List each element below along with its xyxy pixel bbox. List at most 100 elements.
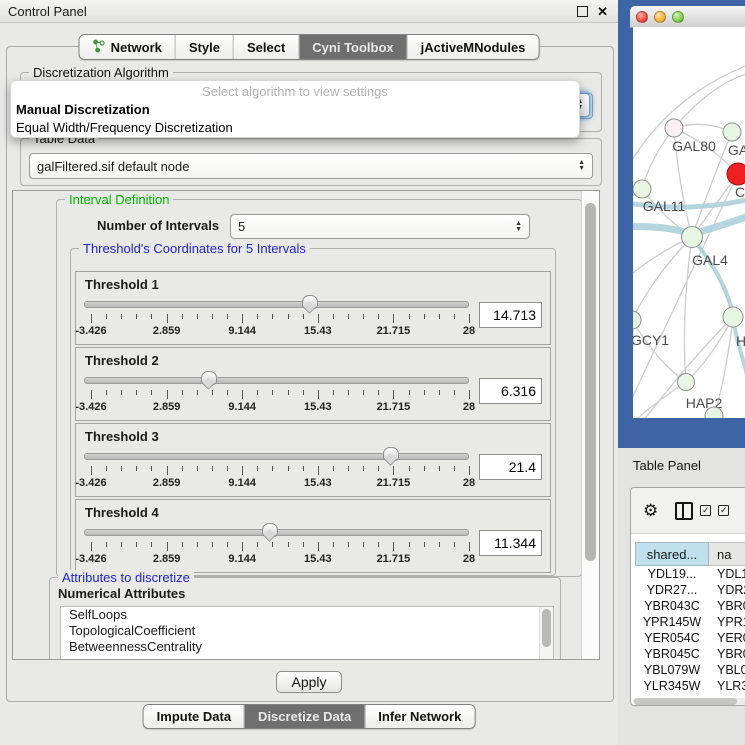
gear-icon[interactable]: ⚙ [643, 502, 658, 519]
tick-label: 21.715 [358, 325, 428, 337]
table-cell-shared-name: YIL052C [635, 695, 709, 696]
checkbox-icon[interactable]: ✓ [700, 505, 711, 516]
threshold-slider-row: -3.4262.8599.14415.4321.71528 [76, 292, 550, 340]
table-row[interactable]: YBR045CYBR0 [635, 646, 745, 662]
threshold-slider[interactable]: -3.4262.8599.14415.4321.71528 [84, 294, 469, 340]
network-edge[interactable] [674, 72, 745, 128]
table-cell-name: YER0 [709, 631, 745, 645]
slider-track[interactable] [84, 377, 469, 384]
tab-select[interactable]: Select [233, 35, 298, 59]
network-edge[interactable] [692, 237, 733, 317]
threshold-slider-row: -3.4262.8599.14415.4321.71528 [76, 368, 550, 416]
network-canvas[interactable]: GAL80GACGAL11GAL4GCY1HHAP2 [633, 27, 745, 418]
network-node-label: GAL80 [672, 138, 716, 154]
tab-jactivemnodules[interactable]: jActiveMNodules [407, 35, 539, 59]
table-row[interactable]: YBR043CYBR0 [635, 598, 745, 614]
slider-track[interactable] [84, 453, 469, 460]
num-intervals-combobox[interactable]: 5 ▲▼ [230, 214, 530, 239]
table-hscrollbar-thumb[interactable] [634, 698, 737, 705]
tick-mark [151, 542, 152, 547]
tick-mark [333, 390, 334, 395]
attributes-list-scrollbar[interactable] [539, 607, 553, 660]
network-node-gal11[interactable] [633, 180, 651, 198]
table-row[interactable]: YBL079WYBL0 [635, 662, 745, 678]
tick-mark [378, 314, 379, 319]
network-edge[interactable] [642, 128, 674, 189]
dropdown-option-equal-width[interactable]: Equal Width/Frequency Discretization [11, 119, 579, 137]
network-window-titlebar[interactable] [630, 6, 745, 28]
window-minimize-icon[interactable] [654, 11, 666, 23]
settings-scrollbar-thumb[interactable] [585, 203, 596, 561]
attribute-list-item[interactable]: BetweennessCentrality [61, 639, 553, 655]
network-edge[interactable] [633, 320, 686, 382]
table-cell-shared-name: YER054C [635, 631, 709, 645]
apply-button[interactable]: Apply [276, 671, 342, 693]
tick-label: 9.144 [207, 401, 277, 413]
threshold-slider[interactable]: -3.4262.8599.14415.4321.71528 [84, 446, 469, 492]
dropdown-placeholder-item[interactable]: Select algorithm to view settings [11, 83, 579, 101]
close-icon[interactable]: ✕ [597, 5, 608, 18]
tick-mark [227, 390, 228, 395]
attributes-list-scrollbar-thumb[interactable] [542, 609, 551, 647]
table-cell-name: YPR1 [709, 615, 745, 629]
table-cell-name: YDL1 [709, 567, 745, 581]
network-node-hap2[interactable] [678, 374, 695, 391]
network-edge[interactable] [686, 317, 733, 382]
network-node-gal4[interactable] [682, 227, 703, 248]
tick-mark [257, 542, 258, 547]
attribute-list-item[interactable]: SelfLoops [61, 607, 553, 623]
column-header-shared[interactable]: shared... [635, 542, 709, 566]
network-node-h[interactable] [723, 307, 743, 327]
attribute-list-item[interactable]: TopologicalCoefficient [61, 623, 553, 639]
table-row[interactable]: YLR345WYLR3 [635, 678, 745, 694]
settings-scrollbar[interactable] [581, 191, 599, 659]
tick-mark [348, 314, 349, 319]
table-cell-shared-name: YBL079W [635, 663, 709, 677]
table-row[interactable]: YER054CYER0 [635, 630, 745, 646]
network-edge[interactable] [633, 237, 692, 320]
tab-style[interactable]: Style [175, 35, 233, 59]
table-data-combobox[interactable]: galFiltered.sif default node ▲▼ [29, 153, 593, 179]
network-edge[interactable] [684, 237, 692, 382]
tick-mark [409, 314, 410, 319]
slider-thumb[interactable] [383, 447, 399, 461]
checkbox-icon[interactable]: ✓ [718, 505, 729, 516]
tick-mark [378, 542, 379, 547]
tick-mark [257, 314, 258, 319]
network-node-gal80[interactable] [665, 119, 683, 137]
tick-mark [272, 390, 273, 395]
dropdown-option-manual[interactable]: Manual Discretization [11, 101, 579, 119]
table-row[interactable]: YIL052CYIL0 [635, 694, 745, 696]
tick-label: -3.426 [56, 325, 126, 337]
tab-network[interactable]: Network [80, 35, 175, 59]
threshold-slider[interactable]: -3.4262.8599.14415.4321.71528 [84, 522, 469, 568]
table-row[interactable]: YPR145WYPR1 [635, 614, 745, 630]
window-close-icon[interactable] [636, 11, 648, 23]
tab-cyni-toolbox[interactable]: Cyni Toolbox [298, 35, 406, 59]
tick-mark [288, 314, 289, 319]
threshold-box-1: Threshold 1-3.4262.8599.14415.4321.71528 [75, 271, 551, 345]
tick-mark [227, 542, 228, 547]
slider-thumb[interactable] [262, 523, 278, 537]
table-cell-name: YBR0 [709, 647, 745, 661]
slider-thumb[interactable] [201, 371, 217, 385]
table-row[interactable]: YDR27...YDR2 [635, 582, 745, 598]
slider-thumb[interactable] [302, 295, 318, 309]
window-zoom-icon[interactable] [672, 11, 684, 23]
bottom-tab-discretize-data[interactable]: Discretize Data [244, 705, 364, 728]
tick-label: 9.144 [207, 477, 277, 489]
split-pane-icon[interactable] [675, 502, 693, 520]
tick-mark [227, 466, 228, 471]
tick-mark [469, 466, 470, 475]
column-header-name[interactable]: na [709, 542, 745, 566]
float-window-icon[interactable] [577, 6, 588, 17]
network-node-gcy1[interactable] [633, 311, 641, 329]
bottom-tab-impute-data[interactable]: Impute Data [144, 705, 244, 728]
network-node-ga[interactable] [723, 123, 741, 141]
slider-track[interactable] [84, 301, 469, 308]
threshold-slider[interactable]: -3.4262.8599.14415.4321.71528 [84, 370, 469, 416]
bottom-tab-infer-network[interactable]: Infer Network [364, 705, 474, 728]
network-node-c[interactable] [727, 163, 745, 185]
table-hscrollbar[interactable] [633, 698, 745, 705]
table-row[interactable]: YDL19...YDL1 [635, 566, 745, 582]
